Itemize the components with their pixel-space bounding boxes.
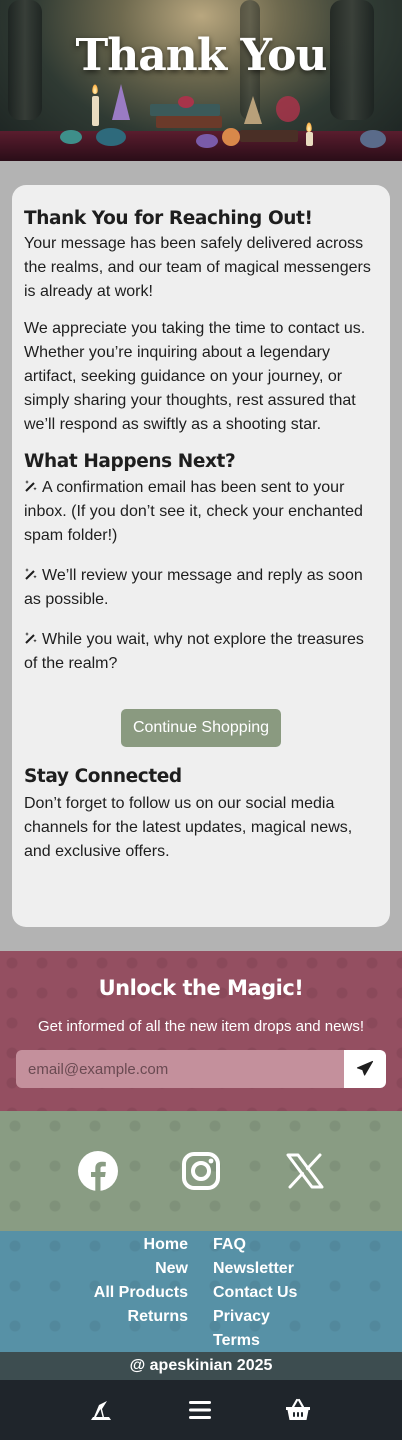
continue-button-wrap: Continue Shopping	[24, 709, 378, 747]
stay-connected-heading: Stay Connected	[24, 766, 182, 787]
gem-decoration	[222, 128, 240, 146]
gem-decoration	[196, 134, 218, 148]
newsletter-subtitle: Get informed of all the new item drops a…	[37, 1018, 364, 1035]
list-item: A confirmation email has been sent to yo…	[24, 479, 363, 544]
potion-bottle-decoration	[276, 96, 300, 122]
gem-decoration	[178, 96, 194, 108]
next-steps-list: A confirmation email has been sent to yo…	[24, 476, 378, 676]
paper-plane-icon	[356, 1060, 374, 1076]
facebook-icon[interactable]	[78, 1151, 118, 1191]
list-item: While you wait, why not explore the trea…	[24, 631, 364, 672]
x-icon[interactable]	[285, 1151, 325, 1191]
footer-link-newsletter[interactable]: Newsletter	[213, 1257, 297, 1281]
wizard-hat-icon[interactable]	[88, 1397, 114, 1423]
flame-decoration	[92, 84, 98, 94]
gem-decoration	[360, 130, 386, 148]
stay-connected-paragraph: Don’t forget to follow us on our social …	[24, 795, 353, 860]
thank-you-paragraph: Your message has been safely delivered a…	[24, 235, 371, 300]
bottom-navigation-bar	[0, 1380, 402, 1440]
basket-icon[interactable]	[285, 1397, 311, 1423]
next-steps-heading: What Happens Next?	[24, 451, 236, 472]
magic-wand-icon	[25, 568, 37, 580]
crystal-decoration	[244, 96, 262, 124]
page-title: Thank You	[75, 30, 328, 81]
copyright-text: @ apeskinian 2025	[0, 1352, 402, 1380]
magic-wand-icon	[25, 480, 37, 492]
footer-link-faq[interactable]: FAQ	[213, 1233, 297, 1257]
email-input[interactable]	[16, 1050, 344, 1088]
list-item: We’ll review your message and reply as s…	[24, 567, 363, 608]
newsletter-form	[16, 1050, 386, 1088]
thank-you-card: Thank You for Reaching Out! Your message…	[12, 185, 390, 927]
gem-decoration	[96, 128, 126, 146]
footer-link-terms[interactable]: Terms	[213, 1329, 297, 1353]
footer-links-right: FAQ Newsletter Contact Us Privacy Terms	[213, 1233, 297, 1353]
footer-link-privacy[interactable]: Privacy	[213, 1305, 297, 1329]
footer-link-new[interactable]: New	[94, 1257, 188, 1281]
footer-links-left: Home New All Products Returns	[94, 1233, 188, 1329]
book-decoration	[156, 116, 222, 128]
thank-you-heading: Thank You for Reaching Out!	[24, 208, 313, 229]
newsletter-section: Unlock the Magic! Get informed of all th…	[0, 951, 402, 1111]
footer-links-section: Home New All Products Returns FAQ Newsle…	[0, 1231, 402, 1352]
book-decoration	[240, 130, 298, 142]
subscribe-button[interactable]	[344, 1050, 386, 1088]
footer-link-home[interactable]: Home	[94, 1233, 188, 1257]
candle-decoration	[306, 132, 313, 146]
footer-link-returns[interactable]: Returns	[94, 1305, 188, 1329]
instagram-icon[interactable]	[181, 1151, 221, 1191]
hero-banner: Thank You	[0, 0, 402, 161]
gem-decoration	[60, 130, 82, 144]
candle-decoration	[92, 96, 99, 126]
social-links-section	[0, 1111, 402, 1231]
footer-link-contact-us[interactable]: Contact Us	[213, 1281, 297, 1305]
flame-decoration	[306, 122, 312, 132]
footer-link-all-products[interactable]: All Products	[94, 1281, 188, 1305]
menu-icon[interactable]	[187, 1397, 213, 1423]
appreciation-paragraph: We appreciate you taking the time to con…	[24, 320, 366, 433]
continue-shopping-button[interactable]: Continue Shopping	[121, 709, 281, 747]
crystal-decoration	[112, 84, 130, 120]
newsletter-title: Unlock the Magic!	[98, 976, 304, 1000]
magic-wand-icon	[25, 632, 37, 644]
